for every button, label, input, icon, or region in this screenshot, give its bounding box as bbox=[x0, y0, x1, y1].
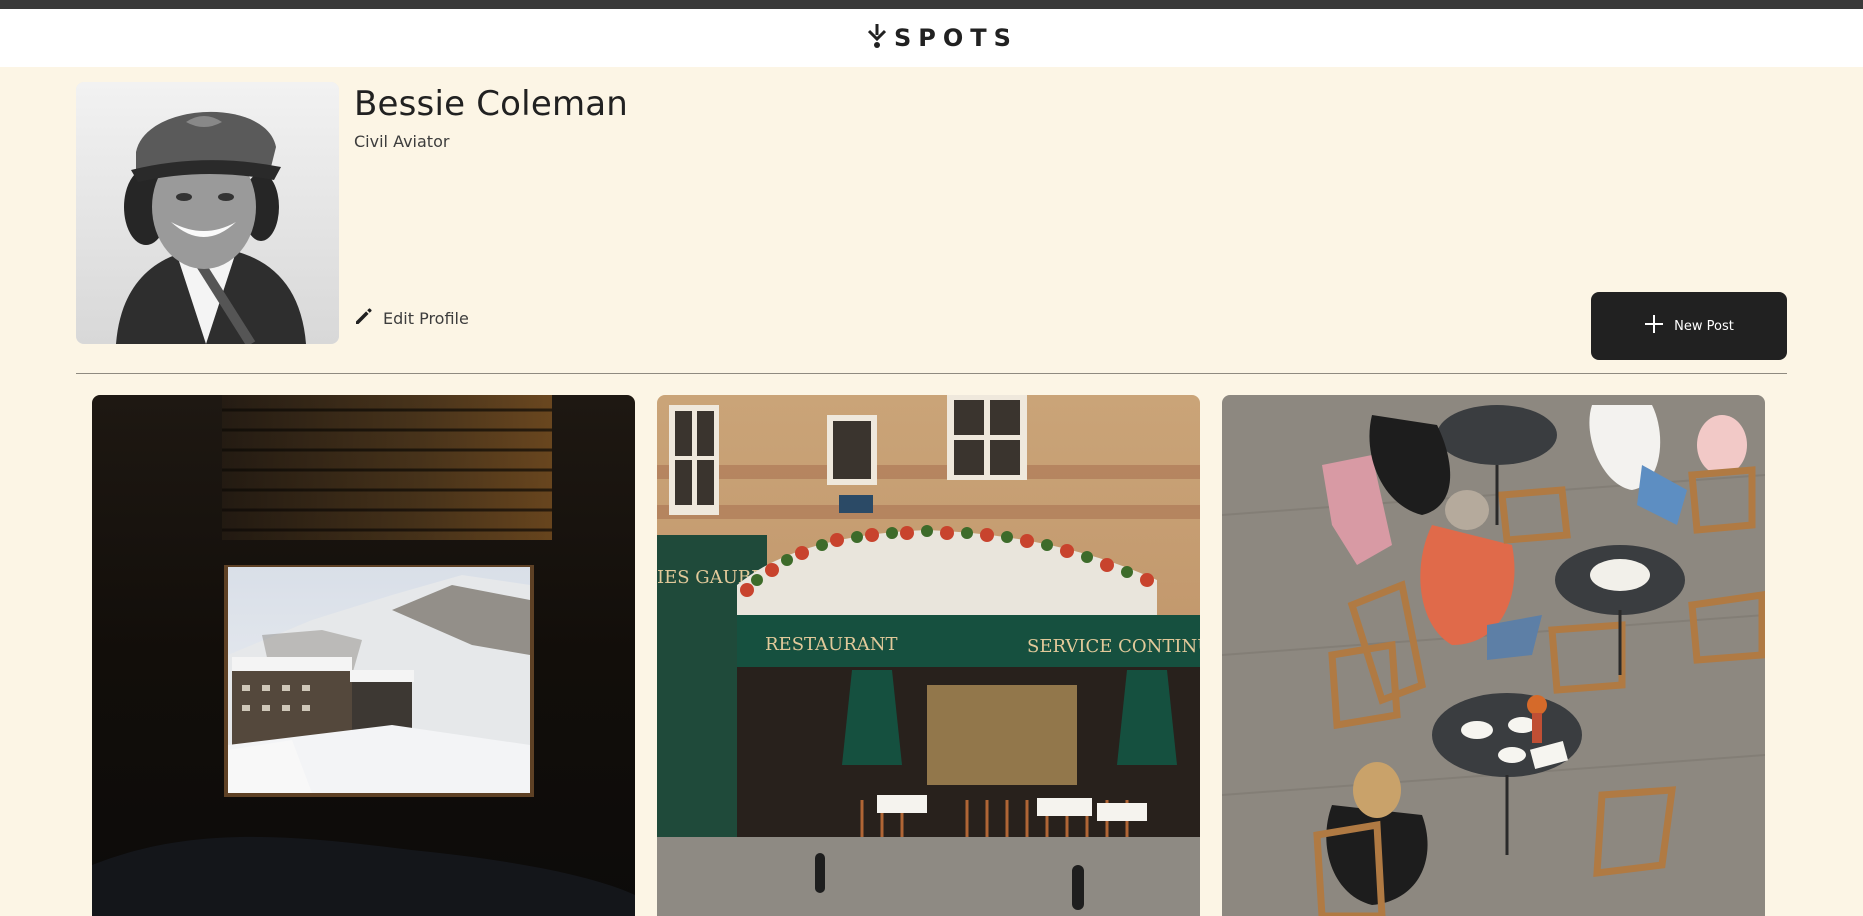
new-post-label: New Post bbox=[1674, 318, 1734, 334]
profile-description: Civil Aviator bbox=[354, 132, 450, 151]
post-card-image[interactable] bbox=[1222, 395, 1765, 916]
edit-profile-label: Edit Profile bbox=[383, 308, 469, 328]
post-card-image[interactable]: IES GAUBERT RESTAURANT SERVICE CONTINU bbox=[657, 395, 1200, 916]
avatar bbox=[76, 82, 339, 344]
new-post-button[interactable]: New Post bbox=[1591, 292, 1787, 360]
sign-service: SERVICE CONTINU bbox=[1027, 636, 1200, 657]
plus-icon bbox=[1644, 314, 1664, 338]
top-bar bbox=[0, 0, 1863, 9]
divider bbox=[76, 373, 1787, 374]
pencil-icon bbox=[354, 306, 374, 330]
post-card-image[interactable] bbox=[92, 395, 635, 916]
sign-restaurant: RESTAURANT bbox=[765, 634, 898, 655]
profile-name: Bessie Coleman bbox=[354, 84, 629, 124]
edit-profile-button[interactable]: Edit Profile bbox=[354, 306, 469, 330]
logo[interactable]: SPOTS bbox=[867, 23, 1018, 53]
header: SPOTS bbox=[0, 9, 1863, 67]
pin-drop-icon bbox=[867, 23, 887, 53]
logo-text: SPOTS bbox=[894, 24, 1018, 52]
